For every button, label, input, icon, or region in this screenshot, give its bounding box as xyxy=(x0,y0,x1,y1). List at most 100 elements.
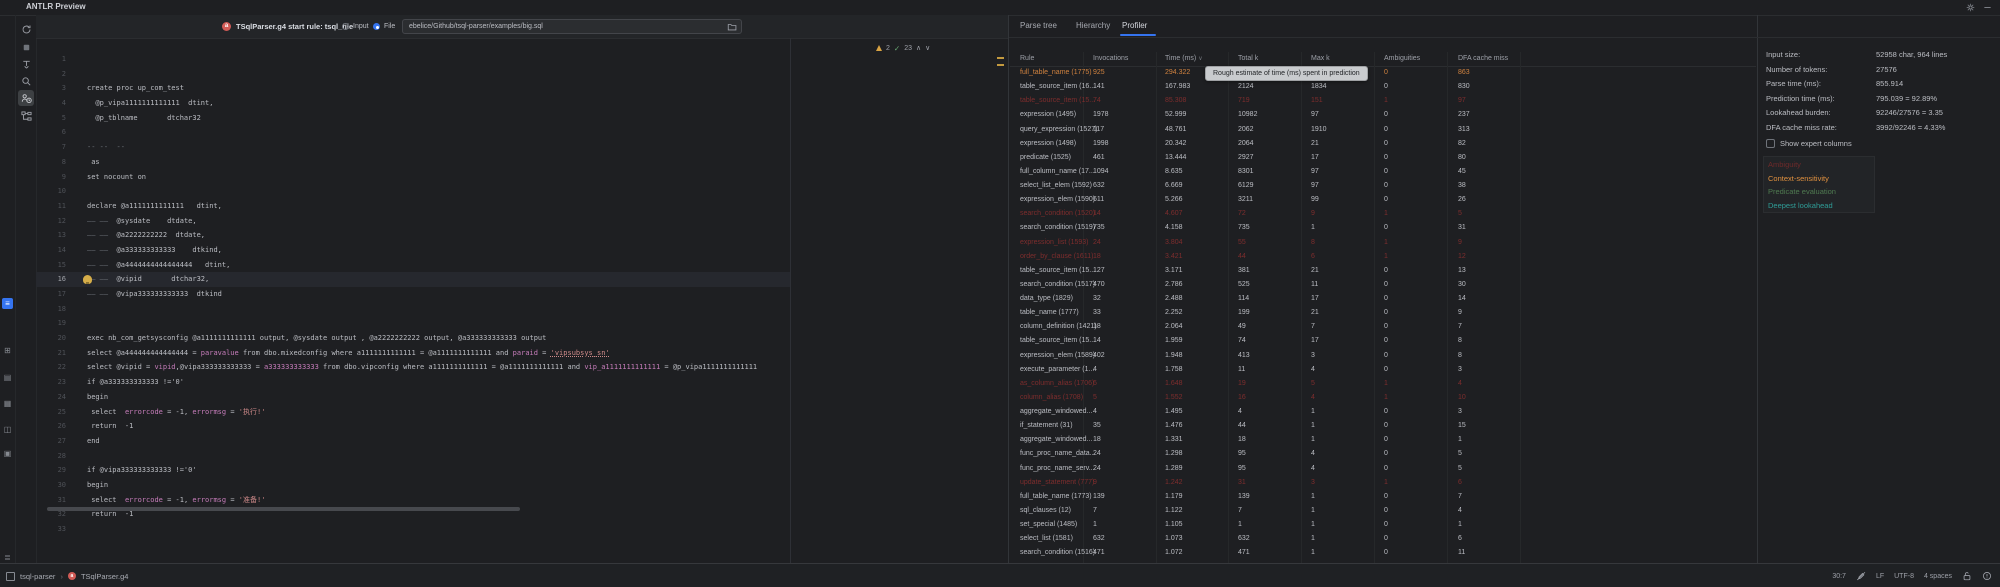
expert-columns-checkbox[interactable] xyxy=(1766,139,1775,148)
table-row[interactable]: query_expression (1527)11748.76120621910… xyxy=(1010,123,1756,137)
encoding-indicator[interactable]: UTF-8 xyxy=(1894,573,1914,580)
code-line[interactable]: 18 xyxy=(36,302,790,317)
minimize-icon[interactable] xyxy=(1983,3,1992,12)
tab-parse-tree[interactable]: Parse tree xyxy=(1020,15,1057,37)
code-line[interactable]: 28 xyxy=(36,449,790,464)
table-row[interactable]: search_condition (1519)7354.1587351031 xyxy=(1010,221,1756,235)
code-line[interactable]: 9set nocount on xyxy=(36,170,790,185)
search-icon[interactable] xyxy=(18,73,34,89)
caret-position[interactable]: 30:7 xyxy=(1832,573,1846,580)
table-row[interactable]: func_proc_name_data...241.29895405 xyxy=(1010,447,1756,461)
file-radio[interactable] xyxy=(373,23,380,30)
code-line[interactable]: 16—— —— @vipid dtchar32, xyxy=(36,272,790,287)
file-path-field[interactable]: ebelice/Github/tsql-parser/examples/big.… xyxy=(402,19,742,34)
refresh-icon[interactable] xyxy=(18,21,34,37)
table-row[interactable]: table_name (1777)332.2521992109 xyxy=(1010,306,1756,320)
code-line[interactable]: 14—— —— @a333333333333 dtkind, xyxy=(36,243,790,258)
table-row[interactable]: table_source_item (16...141167.983212418… xyxy=(1010,80,1756,94)
table-row[interactable]: search_condition (1517)4702.78652511030 xyxy=(1010,278,1756,292)
gear-icon[interactable] xyxy=(1966,3,1975,12)
profiler-icon[interactable] xyxy=(18,90,34,106)
table-row[interactable]: sql_clauses (12)71.1227104 xyxy=(1010,504,1756,518)
jump-to-source-icon[interactable] xyxy=(18,56,34,72)
column-header-ambiguities[interactable]: Ambiguities xyxy=(1384,52,1420,66)
antlr-preview-stripe-icon[interactable]: ≡ xyxy=(2,298,13,309)
code-line[interactable]: 33 xyxy=(36,522,790,537)
prev-chevron-icon[interactable]: ∧ xyxy=(916,44,921,52)
horizontal-scrollbar[interactable] xyxy=(47,507,520,511)
code-line[interactable]: 4 @p_vipa1111111111111 dtint, xyxy=(36,96,790,111)
code-line[interactable]: 20exec nb_com_getsysconfig @a11111111111… xyxy=(36,331,790,346)
stats-panel-divider[interactable] xyxy=(1757,15,1758,563)
code-line[interactable]: 11declare @a1111111111111 dtint, xyxy=(36,199,790,214)
error-stripe-mark[interactable] xyxy=(997,64,1004,66)
table-row[interactable]: column_alias (1708)51.552164110 xyxy=(1010,391,1756,405)
table-row[interactable]: expression_elem (1590)6115.266321199026 xyxy=(1010,193,1756,207)
expert-columns-label[interactable]: Show expert columns xyxy=(1780,137,1852,150)
code-line[interactable]: 21select @a444444444444444 = paravalue f… xyxy=(36,346,790,361)
column-header-rule[interactable]: Rule xyxy=(1020,52,1034,66)
table-row[interactable]: execute_parameter (1...41.75811403 xyxy=(1010,363,1756,377)
notifications-icon[interactable] xyxy=(1982,571,1992,581)
find-stripe-icon[interactable]: ▤ xyxy=(2,372,13,383)
input-radio[interactable] xyxy=(342,23,349,30)
problems-stripe-icon[interactable]: ◫ xyxy=(2,424,13,435)
code-line[interactable]: 1 xyxy=(36,52,790,67)
inspections-widget[interactable]: 2 ✓ 23 ∧ ∨ xyxy=(876,42,930,54)
table-row[interactable]: expression (1498)199820.342206421082 xyxy=(1010,137,1756,151)
code-line[interactable]: 13—— —— @a2222222222 dtdate, xyxy=(36,228,790,243)
file-radio-label[interactable]: File xyxy=(384,15,395,38)
code-editor[interactable]: 123create proc up_com_test4 @p_vipa11111… xyxy=(36,38,1008,563)
column-header-max-k[interactable]: Max k xyxy=(1311,52,1330,66)
code-line[interactable]: 30begin xyxy=(36,478,790,493)
terminal-stripe-icon[interactable]: ≣ xyxy=(2,552,13,563)
code-line[interactable]: 2 xyxy=(36,67,790,82)
table-row[interactable]: if_statement (31)351.476441015 xyxy=(1010,419,1756,433)
table-row[interactable]: order_by_clause (1611)183.421446112 xyxy=(1010,250,1756,264)
code-line[interactable]: 27end xyxy=(36,434,790,449)
table-row[interactable]: select_list (1581)6321.073632106 xyxy=(1010,532,1756,546)
next-chevron-icon[interactable]: ∨ xyxy=(925,44,930,52)
table-row[interactable]: expression_list (1593)243.80455819 xyxy=(1010,236,1756,250)
table-row[interactable]: search_condition (1516)4711.0724711011 xyxy=(1010,546,1756,560)
readonly-pen-icon[interactable] xyxy=(1856,571,1866,581)
table-row[interactable]: full_table_name (1773)1391.179139107 xyxy=(1010,490,1756,504)
breadcrumb-project[interactable]: tsql-parser xyxy=(20,572,55,581)
table-row[interactable]: as_column_alias (1706)61.64819514 xyxy=(1010,377,1756,391)
column-header-total-k[interactable]: Total k xyxy=(1238,52,1258,66)
table-row[interactable]: table_source_item (15...7485.30871915119… xyxy=(1010,94,1756,108)
code-line[interactable]: 22select @vipid = vipid,@vipa33333333333… xyxy=(36,360,790,375)
table-row[interactable]: full_column_name (17...10948.63583019704… xyxy=(1010,165,1756,179)
code-line[interactable]: 5 @p_tblname dtchar32 xyxy=(36,111,790,126)
table-row[interactable]: search_condition (1520)144.60772915 xyxy=(1010,207,1756,221)
code-line[interactable]: 8 as xyxy=(36,155,790,170)
code-line[interactable]: 25 select errorcode = -1, errormsg = '执行… xyxy=(36,405,790,420)
stop-icon[interactable] xyxy=(18,39,34,55)
table-row[interactable]: set_special (1485)11.1051101 xyxy=(1010,518,1756,532)
table-row[interactable]: column_definition (1421)182.06449707 xyxy=(1010,320,1756,334)
code-line[interactable]: 24begin xyxy=(36,390,790,405)
code-line[interactable]: 7-- -- -- xyxy=(36,140,790,155)
column-header-time-ms-[interactable]: Time (ms)∨ xyxy=(1165,52,1203,66)
column-header-dfa-cache-miss[interactable]: DFA cache miss xyxy=(1458,52,1508,66)
line-ending-indicator[interactable]: LF xyxy=(1876,573,1884,580)
column-header-invocations[interactable]: Invocations xyxy=(1093,52,1128,66)
unlock-icon[interactable] xyxy=(1962,571,1972,581)
table-row[interactable]: expression (1495)197852.99910982970237 xyxy=(1010,108,1756,122)
code-line[interactable]: 31 select errorcode = -1, errormsg = '准备… xyxy=(36,493,790,508)
code-line[interactable]: 15—— —— @a4444444444444444 dtint, xyxy=(36,258,790,273)
code-line[interactable]: 6 xyxy=(36,125,790,140)
code-line[interactable]: 3create proc up_com_test xyxy=(36,81,790,96)
input-radio-label[interactable]: Input xyxy=(353,15,369,38)
table-row[interactable]: table_source_item (15...141.959741708 xyxy=(1010,334,1756,348)
code-line[interactable]: 29if @vipa333333333333 !='0' xyxy=(36,463,790,478)
structure-stripe-icon[interactable]: ⊞ xyxy=(2,345,13,356)
code-line[interactable]: 19 xyxy=(36,316,790,331)
tab-hierarchy[interactable]: Hierarchy xyxy=(1076,15,1110,37)
editor-panel-divider[interactable] xyxy=(1008,15,1009,563)
breadcrumb-file[interactable]: TSqlParser.g4 xyxy=(81,572,129,581)
table-row[interactable]: select_list_elem (1592)6326.669612997038 xyxy=(1010,179,1756,193)
code-line[interactable]: 26 return -1 xyxy=(36,419,790,434)
table-row[interactable]: aggregate_windowed...181.33118101 xyxy=(1010,433,1756,447)
table-row[interactable]: aggregate_windowed...41.4954103 xyxy=(1010,405,1756,419)
